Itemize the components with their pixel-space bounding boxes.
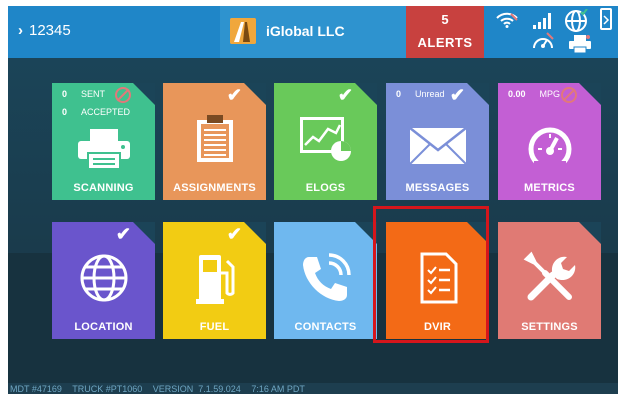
check-status-icon: ✔ xyxy=(226,224,242,244)
alerts-label: ALERTS xyxy=(417,35,473,50)
globe-status-icon[interactable] xyxy=(564,9,588,33)
truck-number: TRUCK #PT1060 xyxy=(72,384,143,394)
dvir-highlight-box xyxy=(373,206,489,343)
top-bar: › 12345 iGlobal LLC 5 ALERTS xyxy=(8,6,618,58)
tile-corner-fold xyxy=(133,222,155,244)
tile-corner-fold xyxy=(355,83,377,105)
mdt-screen: › 12345 iGlobal LLC 5 ALERTS 0 SENT 0 AC… xyxy=(8,6,618,394)
status-footer: MDT #47169 TRUCK #PT1060 VERSION 7.1.59.… xyxy=(10,384,313,394)
app-version: VERSION 7.1.59.024 xyxy=(152,384,241,394)
disabled-status-icon xyxy=(115,87,131,103)
signal-strength-icon xyxy=(532,12,554,30)
unread-label: Unread xyxy=(415,89,445,99)
accepted-label: ACCEPTED xyxy=(81,107,131,117)
status-icons xyxy=(488,6,618,58)
fuel-pump-icon xyxy=(195,251,235,305)
phone-battery-icon xyxy=(600,8,612,30)
tile-scanning[interactable]: 0 SENT 0 ACCEPTED SCANNING xyxy=(52,83,155,200)
tile-metrics[interactable]: 0.00 MPG METRICS xyxy=(498,83,601,200)
tile-label: CONTACTS xyxy=(294,321,357,333)
elogs-chart-icon xyxy=(298,115,354,163)
wifi-icon[interactable] xyxy=(496,12,518,28)
tile-corner-fold xyxy=(467,83,489,105)
tile-label: SETTINGS xyxy=(521,321,578,333)
company-logo-icon xyxy=(230,18,256,44)
clock-time: 7:16 AM PDT xyxy=(251,384,305,394)
tile-label: SCANNING xyxy=(73,182,134,194)
check-status-icon: ✔ xyxy=(115,224,131,244)
speedometer-icon xyxy=(532,32,554,52)
tile-label: MESSAGES xyxy=(405,182,470,194)
app-grid: 0 SENT 0 ACCEPTED SCANNING ✔ ASSIGNMENTS ✔… xyxy=(8,58,618,383)
sent-count: 0 xyxy=(62,89,68,99)
alerts-count: 5 xyxy=(441,12,449,27)
tile-label: ASSIGNMENTS xyxy=(173,182,256,194)
tile-settings[interactable]: SETTINGS xyxy=(498,222,601,339)
accepted-count: 0 xyxy=(62,107,68,117)
tile-label: ELOGS xyxy=(305,182,346,194)
clipboard-icon xyxy=(193,114,237,164)
tile-corner-fold xyxy=(244,83,266,105)
tile-corner-fold xyxy=(244,222,266,244)
tile-label: LOCATION xyxy=(74,321,133,333)
tile-assignments[interactable]: ✔ ASSIGNMENTS xyxy=(163,83,266,200)
envelope-icon xyxy=(408,126,468,166)
tile-label: FUEL xyxy=(199,321,230,333)
tile-corner-fold xyxy=(579,83,601,105)
messages-unread-stat: 0 Unread xyxy=(396,89,445,99)
alerts-button[interactable]: 5 ALERTS xyxy=(406,6,484,58)
phone-icon xyxy=(299,251,353,305)
check-status-icon: ✔ xyxy=(449,85,465,105)
unread-count: 0 xyxy=(396,89,402,99)
check-status-icon: ✔ xyxy=(337,85,353,105)
metrics-mpg-stat: 0.00 MPG xyxy=(508,89,560,99)
mpg-value: 0.00 xyxy=(508,89,526,99)
printer-status-icon xyxy=(568,34,592,54)
printer-icon xyxy=(76,127,132,171)
mdt-number: MDT #47169 xyxy=(10,384,62,394)
mpg-label: MPG xyxy=(539,89,561,99)
tools-icon xyxy=(523,251,577,305)
disabled-status-icon xyxy=(561,87,577,103)
sent-label: SENT xyxy=(81,89,106,99)
globe-icon xyxy=(79,253,129,303)
chevron-right-icon: › xyxy=(18,22,23,39)
tile-fuel[interactable]: ✔ FUEL xyxy=(163,222,266,339)
company-name: iGlobal LLC xyxy=(266,23,345,39)
driver-id: 12345 xyxy=(29,22,71,39)
check-status-icon: ✔ xyxy=(226,85,242,105)
tile-elogs[interactable]: ✔ ELOGS xyxy=(274,83,377,200)
tile-label: METRICS xyxy=(524,182,575,194)
scanning-accepted-stat: 0 ACCEPTED xyxy=(62,107,130,117)
tile-contacts[interactable]: CONTACTS xyxy=(274,222,377,339)
company-banner: iGlobal LLC xyxy=(220,6,406,58)
gauge-icon xyxy=(524,123,576,170)
tile-messages[interactable]: ✔ 0 Unread MESSAGES xyxy=(386,83,489,200)
tile-corner-fold xyxy=(579,222,601,244)
driver-selector[interactable]: › 12345 xyxy=(18,22,71,39)
tile-corner-fold xyxy=(133,83,155,105)
tile-location[interactable]: ✔ LOCATION xyxy=(52,222,155,339)
scanning-sent-stat: 0 SENT xyxy=(62,89,105,99)
